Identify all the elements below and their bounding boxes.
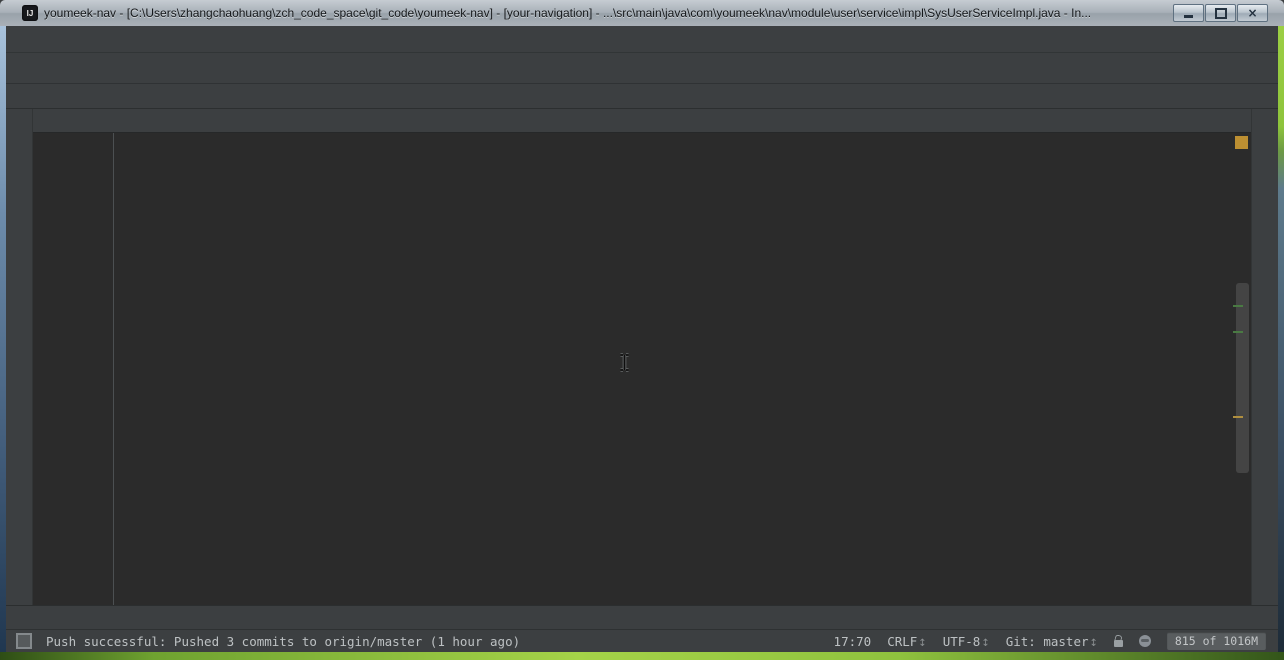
error-stripe-mark[interactable] bbox=[1233, 305, 1243, 307]
window-border-left bbox=[0, 26, 6, 652]
navigation-bar bbox=[6, 84, 1278, 109]
ide-window: IJ youmeek-nav - [C:\Users\zhangchaohuan… bbox=[0, 0, 1284, 660]
editor-scrollbar[interactable] bbox=[1233, 133, 1251, 605]
line-separator[interactable]: CRLF↕ bbox=[887, 634, 927, 649]
inspection-status-indicator[interactable] bbox=[1235, 136, 1248, 149]
toolwindow-toggle-icon[interactable] bbox=[16, 633, 32, 649]
editor[interactable] bbox=[33, 133, 1251, 605]
tool-window-bar bbox=[6, 605, 1278, 629]
maximize-button[interactable] bbox=[1205, 4, 1236, 22]
error-stripe-mark[interactable] bbox=[1233, 331, 1243, 333]
minimize-button[interactable] bbox=[1173, 4, 1204, 22]
window-title: youmeek-nav - [C:\Users\zhangchaohuang\z… bbox=[44, 6, 1173, 20]
status-message: Push successful: Pushed 3 commits to ori… bbox=[46, 634, 834, 649]
left-tool-stripe bbox=[6, 109, 33, 605]
app-logo-icon: IJ bbox=[22, 5, 38, 21]
editor-tab-bar bbox=[33, 109, 1251, 133]
status-bar: Push successful: Pushed 3 commits to ori… bbox=[6, 629, 1278, 652]
title-bar: IJ youmeek-nav - [C:\Users\zhangchaohuan… bbox=[0, 0, 1284, 26]
readonly-lock-icon[interactable] bbox=[1114, 640, 1123, 647]
scrollbar-thumb[interactable] bbox=[1236, 283, 1249, 473]
error-stripe-mark[interactable] bbox=[1233, 416, 1243, 418]
memory-indicator[interactable]: 815 of 1016M bbox=[1167, 632, 1266, 650]
window-border-bottom bbox=[0, 652, 1284, 660]
file-encoding[interactable]: UTF-8↕ bbox=[943, 634, 990, 649]
right-tool-stripe bbox=[1251, 109, 1278, 605]
caret-position[interactable]: 17:70 bbox=[834, 634, 872, 649]
menu-bar bbox=[6, 26, 1278, 53]
window-border-right bbox=[1278, 26, 1284, 652]
vcs-branch[interactable]: Git: master↕ bbox=[1006, 634, 1098, 649]
highlighting-level-icon[interactable] bbox=[1139, 635, 1151, 647]
close-button[interactable]: × bbox=[1237, 4, 1268, 22]
main-toolbar bbox=[6, 53, 1278, 84]
